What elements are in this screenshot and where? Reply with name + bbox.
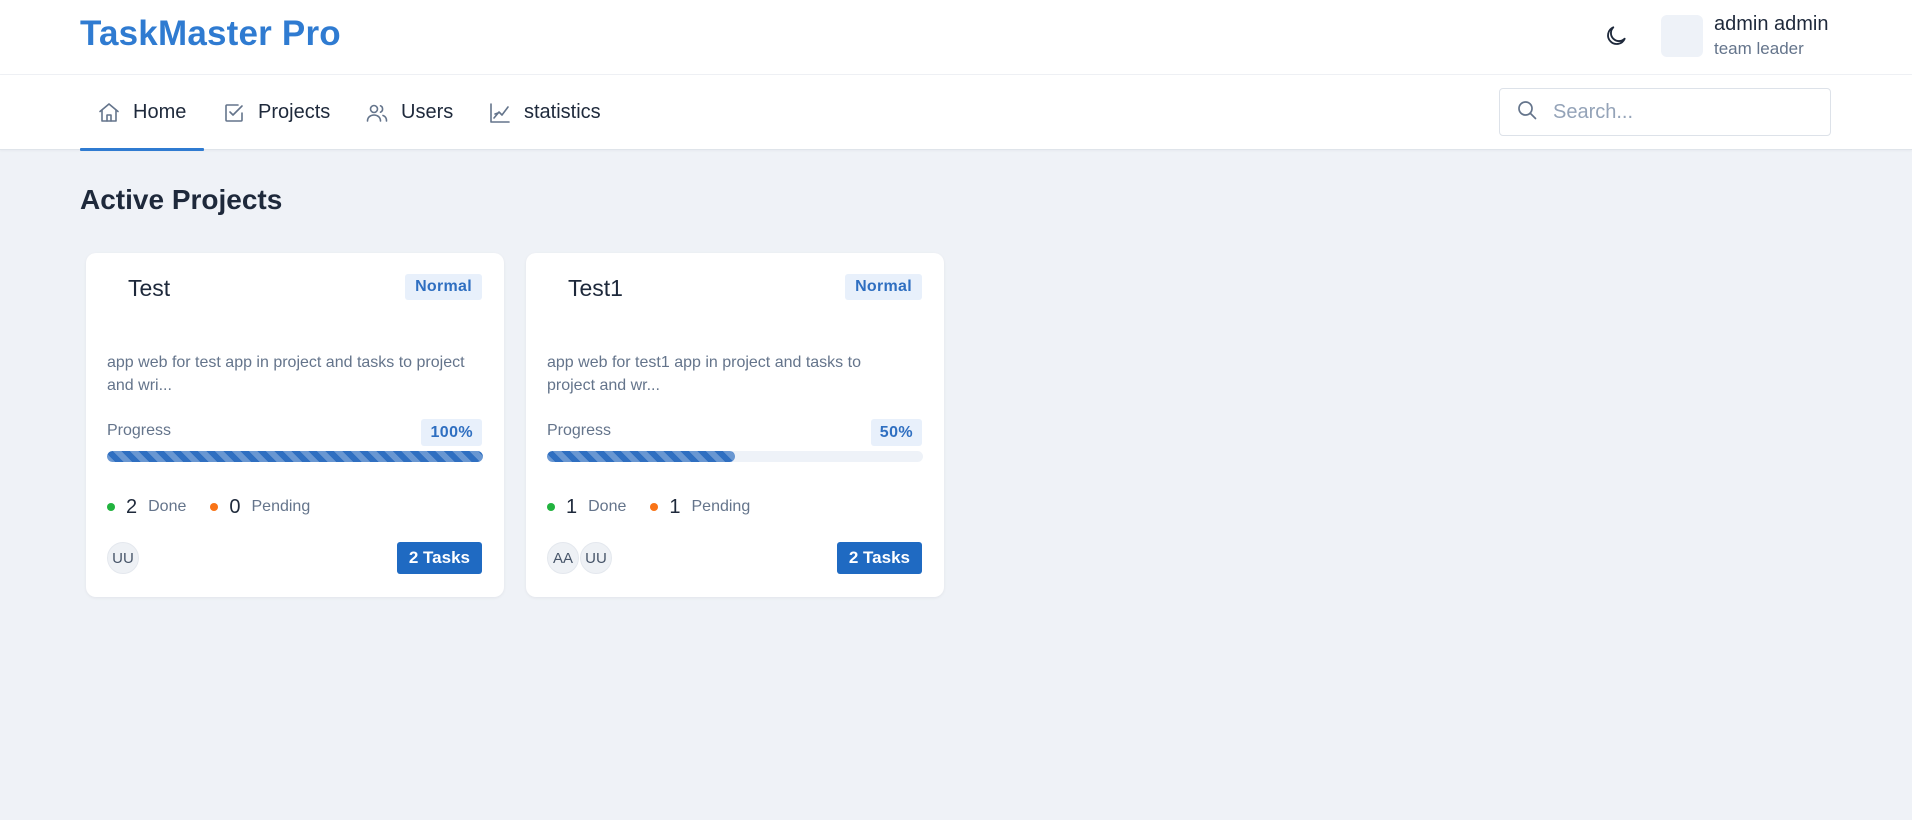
- member-avatar[interactable]: AA: [547, 542, 579, 574]
- progress-percent-badge: 50%: [870, 419, 922, 446]
- done-label: Done: [148, 498, 187, 515]
- member-avatar[interactable]: UU: [580, 542, 612, 574]
- nav-item-users[interactable]: Users: [365, 75, 453, 150]
- nav-item-label: statistics: [524, 101, 601, 123]
- task-stats: 2 Done 0 Pending: [107, 495, 310, 519]
- user-role: team leader: [1714, 39, 1804, 58]
- pending-count: 0: [229, 495, 241, 518]
- done-dot-icon: [547, 503, 555, 511]
- user-avatar[interactable]: [1661, 15, 1703, 57]
- progress-bar: [547, 451, 923, 462]
- project-title[interactable]: Test: [128, 275, 170, 302]
- pending-dot-icon: [210, 503, 219, 511]
- progress-bar-fill: [107, 451, 483, 462]
- pending-count: 1: [669, 495, 681, 518]
- priority-badge: Normal: [405, 274, 482, 300]
- progress-label: Progress: [107, 422, 172, 439]
- member-avatars: UU: [107, 542, 139, 574]
- top-header: TaskMaster Pro admin admin team leader: [0, 0, 1912, 75]
- nav-item-home[interactable]: Home: [80, 75, 204, 151]
- member-avatars: AA UU: [547, 542, 612, 574]
- moon-icon: [1603, 23, 1629, 54]
- main-nav: Home Projects Users statistics: [0, 75, 1912, 151]
- tasks-button[interactable]: 2 Tasks: [396, 542, 482, 574]
- search-icon: [1500, 98, 1539, 127]
- progress-bar: [107, 451, 483, 462]
- users-icon: [365, 101, 389, 125]
- page-title: Active Projects: [80, 184, 283, 215]
- nav-item-projects[interactable]: Projects: [222, 75, 330, 150]
- member-avatar[interactable]: UU: [107, 542, 139, 574]
- done-dot-icon: [107, 503, 115, 511]
- done-count: 2: [126, 495, 138, 518]
- priority-badge: Normal: [845, 274, 922, 300]
- project-description: app web for test app in project and task…: [107, 354, 465, 394]
- pending-label: Pending: [691, 498, 751, 515]
- theme-toggle-button[interactable]: [1599, 21, 1633, 55]
- search-box: [1499, 88, 1831, 136]
- done-count: 1: [566, 495, 578, 518]
- nav-item-statistics[interactable]: statistics: [488, 75, 601, 150]
- progress-label: Progress: [547, 422, 612, 439]
- nav-item-label: Projects: [258, 101, 331, 123]
- home-icon: [97, 101, 121, 125]
- task-stats: 1 Done 1 Pending: [547, 495, 750, 519]
- chart-line-icon: [488, 101, 512, 125]
- nav-item-label: Users: [401, 101, 454, 123]
- project-title[interactable]: Test1: [568, 275, 623, 302]
- tasks-button[interactable]: 2 Tasks: [836, 542, 922, 574]
- progress-percent-badge: 100%: [421, 419, 482, 446]
- checkbox-icon: [222, 101, 246, 125]
- project-card[interactable]: Test1 Normal app web for test1 app in pr…: [526, 253, 944, 597]
- nav-item-label: Home: [133, 101, 187, 123]
- user-name[interactable]: admin admin: [1714, 13, 1829, 36]
- done-label: Done: [588, 498, 627, 515]
- search-input[interactable]: [1553, 92, 1813, 132]
- app-brand[interactable]: TaskMaster Pro: [80, 14, 341, 54]
- project-description: app web for test1 app in project and tas…: [547, 354, 861, 394]
- pending-label: Pending: [251, 498, 311, 515]
- progress-bar-fill: [547, 451, 735, 462]
- project-card[interactable]: Test Normal app web for test app in proj…: [86, 253, 504, 597]
- pending-dot-icon: [650, 503, 659, 511]
